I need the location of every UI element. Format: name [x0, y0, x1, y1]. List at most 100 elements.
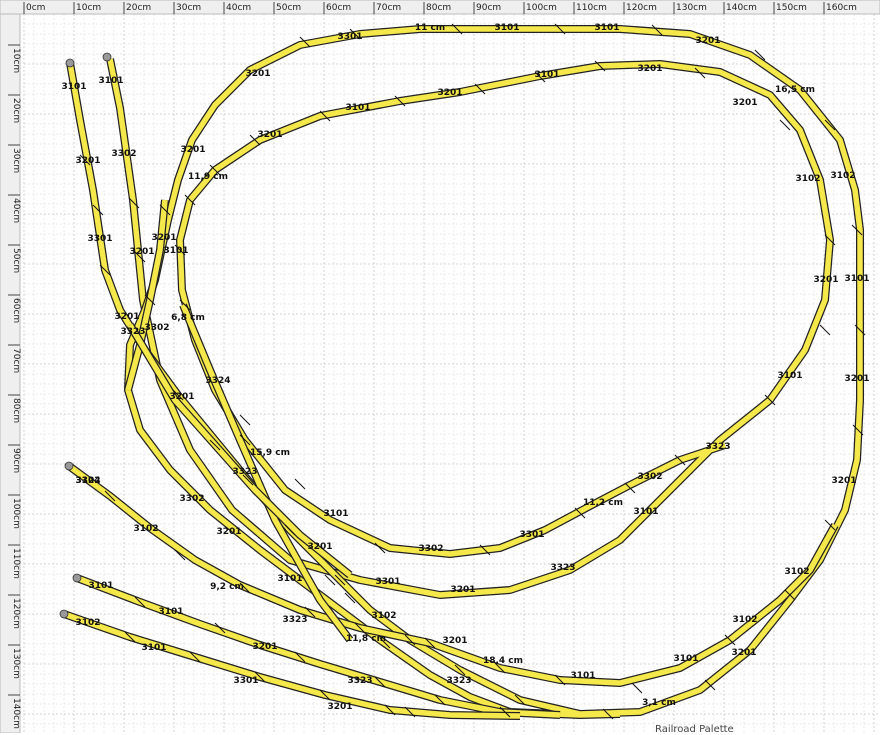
track-label: 3201 [731, 648, 756, 658]
track-label: 3201 [844, 374, 869, 384]
track-canvas[interactable]: 3301 11 cm 3101 3101 3201 3201 3101 3201 3201 16,… [0, 0, 880, 733]
track-label: 3101 [494, 23, 519, 33]
ruler-label: 100cm [526, 3, 557, 13]
ruler-label: 20cm [126, 3, 151, 13]
track-label: 3301 [519, 530, 544, 540]
palette-footer: Railroad Palette [655, 724, 734, 735]
ruler-label: 30cm [176, 3, 201, 13]
ruler-label: 10cm [11, 48, 21, 73]
track-label: 3201 [831, 476, 856, 486]
track-label: 3101 [277, 574, 302, 584]
ruler-label: 60cm [11, 298, 21, 323]
track-label: 11,8 cm [346, 634, 386, 644]
track-label: 3323 [282, 615, 307, 625]
track-label: 9,2 cm [210, 582, 244, 592]
track-label: 3302 [637, 472, 662, 482]
track-labels: 3301 11 cm 3101 3101 3201 3201 3101 3201 3201 16,… [61, 23, 869, 712]
ruler-label: 100cm [11, 498, 21, 529]
track-label: 3201 [813, 275, 838, 285]
track-label: 6,8 cm [171, 313, 205, 323]
inner-loop-track[interactable] [67, 26, 863, 718]
ruler-label: 70cm [376, 3, 401, 13]
layout-editor: 3301 11 cm 3101 3101 3201 3201 3101 3201 3201 16,… [0, 0, 880, 735]
track-label: 3102 [830, 171, 855, 181]
ruler-label: 0cm [26, 3, 45, 13]
track-label: 3101 [570, 671, 595, 681]
ruler-label: 140cm [726, 3, 757, 13]
track-label: 3201 [180, 145, 205, 155]
ruler-label: 70cm [11, 348, 21, 373]
track-joint [819, 324, 831, 336]
track-label: 3201 [450, 585, 475, 595]
track-label: 3201 [75, 156, 100, 166]
ruler-label: 150cm [776, 3, 807, 13]
track-label: 3101 [534, 70, 559, 80]
track-label: 3,1 cm [642, 698, 676, 708]
track-label: 3323 [446, 676, 471, 686]
track-label: 3324 [205, 376, 230, 386]
track-label: 3324 [75, 476, 100, 486]
track-end-marker[interactable] [102, 52, 112, 62]
track-label: 3302 [418, 544, 443, 554]
track-label: 3201 [245, 69, 270, 79]
ruler-label: 110cm [576, 3, 607, 13]
track-label: 18,4 cm [483, 656, 523, 666]
ruler-label: 10cm [76, 3, 101, 13]
track-label: 3301 [337, 32, 362, 42]
track-label: 3201 [151, 233, 176, 243]
track-label: 3201 [695, 36, 720, 46]
track-label: 3101 [98, 76, 123, 86]
track-label: 3101 [633, 507, 658, 517]
track-label: 3323 [232, 467, 257, 477]
track-label: 3323 [347, 676, 372, 686]
track-label: 3101 [673, 654, 698, 664]
track-label: 3101 [141, 643, 166, 653]
track-end-marker[interactable] [59, 609, 69, 619]
track-label: 3101 [345, 103, 370, 113]
track-label: 3102 [732, 615, 757, 625]
track-end-marker[interactable] [65, 58, 75, 68]
ruler-label: 140cm [11, 698, 21, 729]
ruler-label: 160cm [826, 3, 857, 13]
ruler-label: 50cm [276, 3, 301, 13]
ruler-label: 60cm [326, 3, 351, 13]
track-label: 3323 [120, 327, 145, 337]
track-label: 3102 [371, 611, 396, 621]
track-label: 3201 [327, 702, 352, 712]
track-label: 3102 [133, 524, 158, 534]
track-label: 3301 [375, 577, 400, 587]
track-label: 3301 [87, 234, 112, 244]
track-joint [631, 682, 643, 694]
track-label: 3101 [88, 581, 113, 591]
track-label: 3201 [637, 64, 662, 74]
ruler-label: 20cm [11, 98, 21, 123]
ruler-label: 90cm [11, 448, 21, 473]
track-label: 3201 [307, 542, 332, 552]
track-label: 3201 [216, 527, 241, 537]
track-label: 3323 [550, 563, 575, 573]
ruler-label: 110cm [11, 548, 21, 579]
track-label: 11,2 cm [583, 498, 623, 508]
track-label: 3201 [252, 642, 277, 652]
track-label: 3201 [442, 636, 467, 646]
ruler-label: 40cm [226, 3, 251, 13]
inner-loop-track-outline[interactable] [66, 25, 864, 719]
track-label: 3101 [158, 607, 183, 617]
track-label: 3101 [777, 371, 802, 381]
track-label: 3323 [705, 442, 730, 452]
ruler-label: 80cm [426, 3, 451, 13]
track-label: 3201 [732, 98, 757, 108]
track-label: 16,5 cm [775, 85, 815, 95]
ruler-label: 30cm [11, 148, 21, 173]
track-end-marker[interactable] [64, 461, 74, 471]
ruler-label: 50cm [11, 248, 21, 273]
track-label: 3201 [169, 392, 194, 402]
track-label: 3101 [594, 23, 619, 33]
track-label: 15,9 cm [250, 448, 290, 458]
ruler-label: 90cm [476, 3, 501, 13]
track-label: 3302 [144, 323, 169, 333]
ruler-label: 40cm [11, 198, 21, 223]
ruler-label: 130cm [11, 648, 21, 679]
track-label: 3302 [179, 494, 204, 504]
track-end-marker[interactable] [72, 573, 82, 583]
